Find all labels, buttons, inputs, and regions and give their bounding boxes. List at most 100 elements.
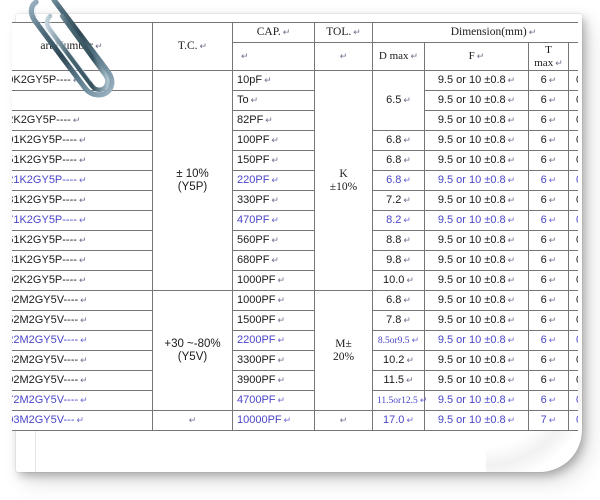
cell-t-max-text: 6 [540,94,547,107]
cell-cap-text: 330PF [237,194,270,207]
pilcrow-mark: ↵ [507,155,516,166]
pilcrow-mark: ↵ [78,255,87,266]
pilcrow-mark: ↵ [353,26,361,37]
pilcrow-mark: ↵ [548,195,557,206]
pilcrow-mark: ↵ [507,215,516,226]
pilcrow-mark: ↵ [507,175,516,186]
cell-f-text: 9.5 or 10 ±0.8 [437,314,506,327]
table-row: 082K2GY5P----↵82PF↵9.5 or 10 ±0.8↵6↵0.55… [12,110,578,132]
cell-phi-text: 0.55 [576,294,578,306]
pilcrow-mark: ↵ [548,415,557,426]
cell-part-number: 0331K2GY5P----↵ [12,190,153,212]
pilcrow-mark: ↵ [95,41,103,52]
cell-tol-group-m: M± 20% [314,290,373,412]
pilcrow-mark: ↵ [339,51,348,62]
cell-t-max-text: 6 [540,354,547,367]
cell-t-max-text: 6 [540,234,547,247]
table-row: 0152M2GY5V----↵1500PF↵7.8↵9.5 or 10 ±0.8… [12,310,578,332]
cell-cap: 1500PF ↵ [232,310,315,332]
cell-d-max: 8.2 ↵ [372,210,425,232]
cell-f-text: 9.5 or 10 ±0.8 [437,294,506,307]
pilcrow-mark: ↵ [403,215,411,226]
cell-part-number-text: 0472M2GY5V---- [12,394,79,407]
table-row: ↵To↵9.5 or 10 ±0.8↵6↵0.55↵ [12,90,578,112]
cell-cap: 1000PF ↵ [232,270,315,292]
cell-d-max-text: 8.8 [386,234,402,247]
cell-part-number: 0102M2GY5V----↵ [12,290,153,312]
cell-phi-text: 0.55 [576,254,578,266]
cell-phi-text: 0.55 [576,174,578,186]
pilcrow-mark: ↵ [507,135,516,146]
pilcrow-mark: ↵ [277,395,286,406]
pilcrow-mark: ↵ [528,26,537,37]
pilcrow-mark: ↵ [507,95,516,106]
pilcrow-mark: ↵ [507,375,516,386]
cell-f-text: 9.5 or 10 ±0.8 [437,134,506,147]
cell-t-max: 6 ↵ [528,290,569,312]
cell-f-text: 9.5 or 10 ±0.8 [437,94,506,107]
cell-cap-text: 10pF [237,74,263,87]
pilcrow-mark: ↵ [403,295,411,306]
pilcrow-mark: ↵ [277,355,286,366]
cell-d-max-text: 11.5 [383,374,405,387]
header-tc: T.C. ↵ [152,22,233,72]
cell-phi: 0.55↵ [567,290,578,312]
header-phi: Φ d(±0.0 [567,41,578,72]
cell-part-number-text: 0101K2GY5P---- [12,134,77,147]
cell-phi: 0.55↵ [567,250,578,272]
cell-cap: 150PF ↵ [232,150,315,172]
cell-part-number: 0102K2GY5P----↵ [12,270,153,292]
cell-t-max-text: 6 [540,394,547,407]
cell-cap: 470PF ↵ [232,210,315,232]
cell-cap-text: 220PF [237,174,270,187]
header-dimension-group: Dimension(mm) ↵ [371,22,578,43]
cell-tol-group-k: K ±10% [314,70,373,292]
tc-y5p-class: (Y5P) [177,180,208,193]
table-row: 0331K2GY5P----↵330PF↵7.2↵9.5 or 10 ±0.8↵… [12,190,578,212]
pilcrow-mark: ↵ [548,255,557,266]
pilcrow-mark: ↵ [78,195,87,206]
cell-phi: 0.55↵ [567,390,578,412]
pilcrow-mark: ↵ [241,51,249,62]
pilcrow-mark: ↵ [403,235,411,246]
pilcrow-mark: ↵ [419,394,428,405]
cell-phi-text: 0.55 [576,274,578,286]
cell-f-text: 9.5 or 10 ±0.8 [437,114,506,127]
cell-part-number-text: 0103M2GY5V--- [12,414,75,427]
cell-f: 9.5 or 10 ±0.8 ↵ [424,370,529,392]
cell-d-max-text: 6.8 [386,154,402,167]
cell-phi-text: 0.55 [576,374,578,386]
cell-phi: 0.55↵ [567,90,578,112]
cell-phi-text: 0.55 [576,414,578,426]
pilcrow-mark: ↵ [78,135,87,146]
cell-f-text: 9.5 or 10 ±0.8 [437,234,506,247]
pilcrow-mark: ↵ [80,375,88,386]
pilcrow-mark: ↵ [277,335,286,346]
cell-part-number-text: 0681K2GY5P---- [12,254,77,267]
cell-t-max-text: 6 [540,174,547,187]
cell-phi-text: 0.55 [576,394,578,406]
table-body: 010K2GY5P----↵± 10%(Y5P)10pF↵K±10%6.5↵9.… [12,70,578,432]
pilcrow-mark: ↵ [548,175,557,186]
cell-part-number-text: 0102K2GY5P---- [12,274,77,287]
header-phi-symbol: Φ [573,45,578,57]
pilcrow-mark: ↵ [548,135,557,146]
tc-y5v-tolerance: +30 ~-80% [164,337,221,350]
pilcrow-mark: ↵ [78,155,87,166]
cell-part-number: 0332M2GY5V----↵ [12,350,153,372]
cell-phi-text: 0.55 [576,94,578,106]
tol-k-code: K [339,167,348,180]
pilcrow-mark: ↵ [410,51,419,62]
pilcrow-mark: ↵ [476,51,485,62]
table-row: 0471K2GY5P----↵470PF↵8.2↵9.5 or 10 ±0.8↵… [12,210,578,232]
cell-phi-text: 0.55 [576,314,578,326]
cell-d-max: 7.2 ↵ [372,190,425,212]
pilcrow-mark: ↵ [265,115,273,126]
cell-t-max-text: 6 [540,194,547,207]
cell-d-max: 11.5or12.5 ↵ [372,390,428,412]
header-tol: TOL. ↵ [314,22,373,43]
pilcrow-mark: ↵ [548,275,557,286]
cell-f: 9.5 or 10 ±0.8 ↵ [424,390,529,412]
tc-y5p-tolerance: ± 10% [176,167,209,180]
cell-part-number: 082K2GY5P----↵ [12,110,153,132]
